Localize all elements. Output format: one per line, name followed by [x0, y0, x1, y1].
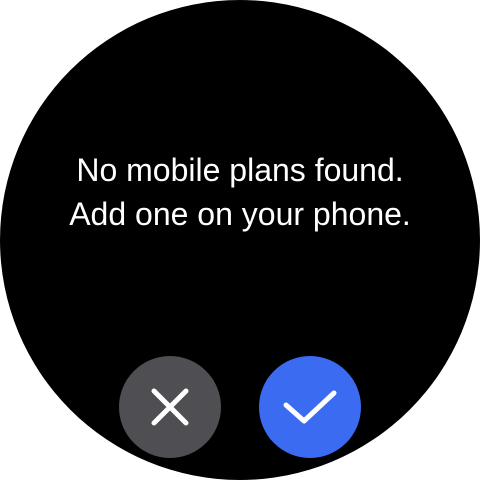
dialog-message: No mobile plans found. Add one on your p… [0, 148, 480, 236]
confirm-button[interactable] [259, 356, 361, 458]
message-line-1: No mobile plans found. [76, 152, 404, 188]
message-line-2: Add one on your phone. [69, 196, 411, 232]
cancel-button[interactable] [119, 356, 221, 458]
check-icon [283, 390, 337, 424]
close-icon [151, 388, 189, 426]
watch-screen: No mobile plans found. Add one on your p… [0, 0, 480, 480]
